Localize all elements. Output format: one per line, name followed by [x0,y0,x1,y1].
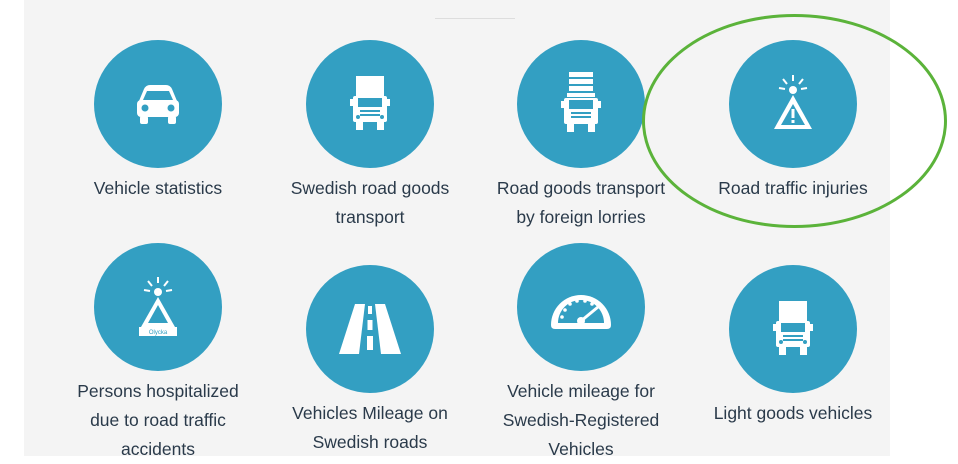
warning-sign-icon [774,75,812,129]
label-line[interactable]: Swedish-Registered [486,406,676,435]
label-line[interactable]: Road goods transport [486,174,676,203]
swedish-road-goods-circle[interactable] [306,40,434,168]
label-line[interactable]: transport [275,203,465,232]
label-line[interactable]: Persons hospitalized [63,377,253,406]
speedometer-icon [551,295,611,329]
lorry-icon [561,72,601,132]
persons-hospitalized-label[interactable]: Persons hospitalized due to road traffic… [63,377,253,464]
light-goods-vehicles-circle[interactable] [729,265,857,393]
foreign-lorries-circle[interactable] [517,40,645,168]
label-line[interactable]: Swedish road goods [275,174,465,203]
label-line[interactable]: Vehicles [486,435,676,464]
top-divider [435,18,515,19]
road-traffic-injuries-circle[interactable] [729,40,857,168]
van-icon [773,301,813,355]
accident-sign-icon: Olycka [139,277,177,336]
persons-hospitalized-circle[interactable]: Olycka [94,243,222,371]
vehicle-statistics-label[interactable]: Vehicle statistics [63,174,253,203]
label-line[interactable]: accidents [63,435,253,464]
tile-swedish-road-goods-transport[interactable]: Swedish road goods transport [275,40,465,232]
tile-vehicle-statistics[interactable]: Vehicle statistics [63,40,253,203]
vehicle-mileage-registered-label[interactable]: Vehicle mileage for Swedish-Registered V… [486,377,676,464]
label-line[interactable]: due to road traffic [63,406,253,435]
vehicle-statistics-circle[interactable] [94,40,222,168]
tile-road-traffic-injuries[interactable]: Road traffic injuries [698,40,888,203]
label-line[interactable]: by foreign lorries [486,203,676,232]
tile-vehicles-mileage-swedish-roads[interactable]: Vehicles Mileage on Swedish roads [275,265,465,457]
label-line[interactable]: Swedish roads [275,428,465,457]
car-icon [137,85,179,124]
foreign-lorries-label[interactable]: Road goods transport by foreign lorries [486,174,676,232]
road-icon [339,304,401,354]
label-line[interactable]: Light goods vehicles [698,399,888,428]
tile-persons-hospitalized[interactable]: Olycka Persons hospitalized due to road … [63,243,253,464]
vehicle-mileage-registered-circle[interactable] [517,243,645,371]
label-line[interactable]: Vehicle statistics [63,174,253,203]
tile-road-goods-foreign-lorries[interactable]: Road goods transport by foreign lorries [486,40,676,232]
swedish-road-goods-label[interactable]: Swedish road goods transport [275,174,465,232]
vehicles-mileage-circle[interactable] [306,265,434,393]
label-line[interactable]: Vehicles Mileage on [275,399,465,428]
road-traffic-injuries-label[interactable]: Road traffic injuries [698,174,888,203]
light-goods-vehicles-label[interactable]: Light goods vehicles [698,399,888,428]
olycka-sign-text: Olycka [149,330,168,336]
label-line[interactable]: Road traffic injuries [698,174,888,203]
label-line[interactable]: Vehicle mileage for [486,377,676,406]
tile-light-goods-vehicles[interactable]: Light goods vehicles [698,265,888,428]
vehicles-mileage-label[interactable]: Vehicles Mileage on Swedish roads [275,399,465,457]
truck-icon [350,76,390,130]
tile-vehicle-mileage-swedish-registered[interactable]: Vehicle mileage for Swedish-Registered V… [486,243,676,464]
